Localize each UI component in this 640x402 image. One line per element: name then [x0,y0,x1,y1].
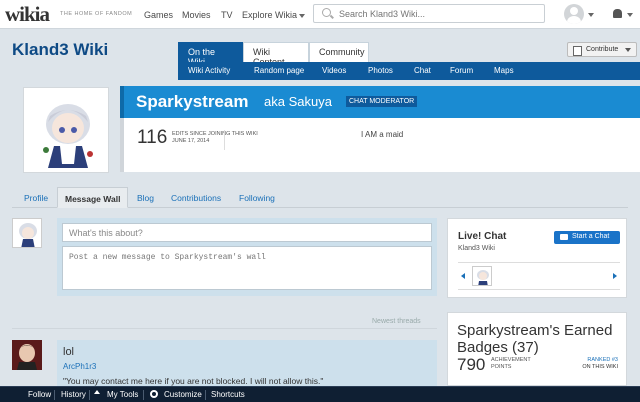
divider [224,130,225,150]
divider [143,390,144,400]
sort-threads-link[interactable]: Newest threads [372,318,421,325]
message-title-input[interactable]: What's this about? [62,223,432,242]
thread-author[interactable]: ArcPh1r3 [63,362,96,371]
toolbar-customize[interactable]: Customize [164,390,202,399]
rank-link[interactable]: RANKED #3 [587,357,618,363]
wall-thread: lol ArcPh1r3 "You may contact me here if… [57,340,437,390]
achievement-points-label: ACHIEVEMENT [491,357,531,363]
nav-link-movies[interactable]: Movies [182,10,211,20]
achievement-points: 790 [457,355,486,374]
edit-count[interactable]: 116 [137,127,167,149]
chat-user-avatar[interactable] [472,266,492,286]
subnav-chat[interactable]: Chat [414,66,431,75]
contribute-chevron-down-icon [625,48,631,52]
thread-author-avatar[interactable] [12,340,42,370]
chat-moderator-badge: CHAT MODERATOR [346,96,418,107]
thread-author-avatar-image [12,340,42,370]
toolbar-history[interactable]: History [61,390,86,399]
wiki-name[interactable]: Kland3 Wiki [12,40,108,60]
tab-contributions[interactable]: Contributions [171,193,221,203]
profile-avatar[interactable] [23,87,109,173]
achievement-points-label-2: POINTS [491,364,512,370]
wikia-toolbar: Follow History My Tools Customize Shortc… [0,386,640,402]
subnav-photos[interactable]: Photos [368,66,393,75]
profile-username: Sparkystream [136,92,249,111]
tab-message-wall[interactable]: Message Wall [57,187,129,208]
nav-link-games[interactable]: Games [144,10,173,20]
tab-blog[interactable]: Blog [137,193,154,203]
thread-title[interactable]: lol [63,346,74,358]
chat-user-avatar-image [473,267,491,285]
start-chat-button[interactable]: Start a Chat [554,231,620,244]
divider [12,328,437,329]
profile-bio: I AM a maid [361,130,404,139]
profile-aka: aka Sakuya [264,94,332,109]
contribute-label: Contribute [586,46,619,53]
composer-avatar[interactable] [12,218,42,248]
masthead-title-bar: Sparkystream aka Sakuya CHAT MODERATOR [120,86,640,118]
subnav-forum[interactable]: Forum [450,66,473,75]
search-input[interactable] [339,5,539,22]
badges-title: Sparkystream's Earned Badges (37) [457,322,613,356]
tab-community[interactable]: Community [309,42,369,62]
thread-body: "You may contact me here if you are not … [63,376,324,386]
search-box [313,4,545,23]
notifications-bell-icon[interactable] [613,9,622,18]
chat-wiki-name: Kland3 Wiki [458,245,495,252]
divider [205,390,206,400]
tab-profile[interactable]: Profile [24,193,48,203]
global-navigation: wikia THE HOME OF FANDOM Games Movies TV… [0,0,640,29]
subnav-wiki-activity[interactable]: Wiki Activity [188,66,230,75]
subnav-random-page[interactable]: Random page [254,66,304,75]
wiki-subnav: Wiki Activity Random page Videos Photos … [178,62,640,80]
masthead-info: 116 EDITS SINCE JOINING THIS WIKI JUNE 1… [120,118,640,172]
nav-link-explore-wikia[interactable]: Explore Wikia [242,10,297,20]
carousel-left-arrow-icon[interactable] [461,273,465,279]
user-avatar-icon[interactable] [564,4,584,24]
toolbar-shortcuts[interactable]: Shortcuts [211,390,245,399]
badges-module: Sparkystream's Earned Badges (37) 790 AC… [447,312,627,386]
explore-chevron-down-icon[interactable] [299,14,305,18]
divider [89,390,90,400]
notifications-chevron-down-icon[interactable] [627,13,633,17]
rank-scope: ON THIS WIKI [582,364,618,370]
my-tools-chevron-up-icon[interactable] [94,390,100,394]
user-menu-chevron-down-icon[interactable] [588,13,594,17]
chat-module: Live! Chat Kland3 Wiki Start a Chat [447,218,627,298]
search-icon[interactable] [322,8,331,17]
start-chat-label: Start a Chat [572,233,610,240]
subnav-maps[interactable]: Maps [494,66,514,75]
contribute-button[interactable]: Contribute [567,42,637,57]
edit-count-label: EDITS SINCE JOINING THIS WIKI [172,131,258,137]
divider [54,390,55,400]
message-body-textarea[interactable]: Post a new message to Sparkystream's wal… [62,246,432,290]
chat-title: Live! Chat [458,231,507,242]
wikia-logo[interactable]: wikia [5,4,50,25]
composer-avatar-image [13,219,41,247]
nav-link-tv[interactable]: TV [221,10,233,20]
tab-wiki-content[interactable]: Wiki Content [243,42,309,67]
toolbar-my-tools[interactable]: My Tools [107,390,138,399]
chat-users-carousel [458,262,620,290]
join-date: JUNE 17, 2014 [172,138,210,144]
carousel-right-arrow-icon[interactable] [613,273,617,279]
profile-avatar-image [24,88,108,172]
toolbar-follow[interactable]: Follow [28,390,51,399]
profile-tabs: Profile Message Wall Blog Contributions … [12,187,628,208]
tab-following[interactable]: Following [239,193,275,203]
subnav-videos[interactable]: Videos [322,66,346,75]
message-composer: What's this about? Post a new message to… [57,218,437,296]
wikia-tagline: THE HOME OF FANDOM [60,11,133,17]
tab-on-the-wiki[interactable]: On the Wiki [178,42,243,67]
gear-icon[interactable] [150,390,158,398]
